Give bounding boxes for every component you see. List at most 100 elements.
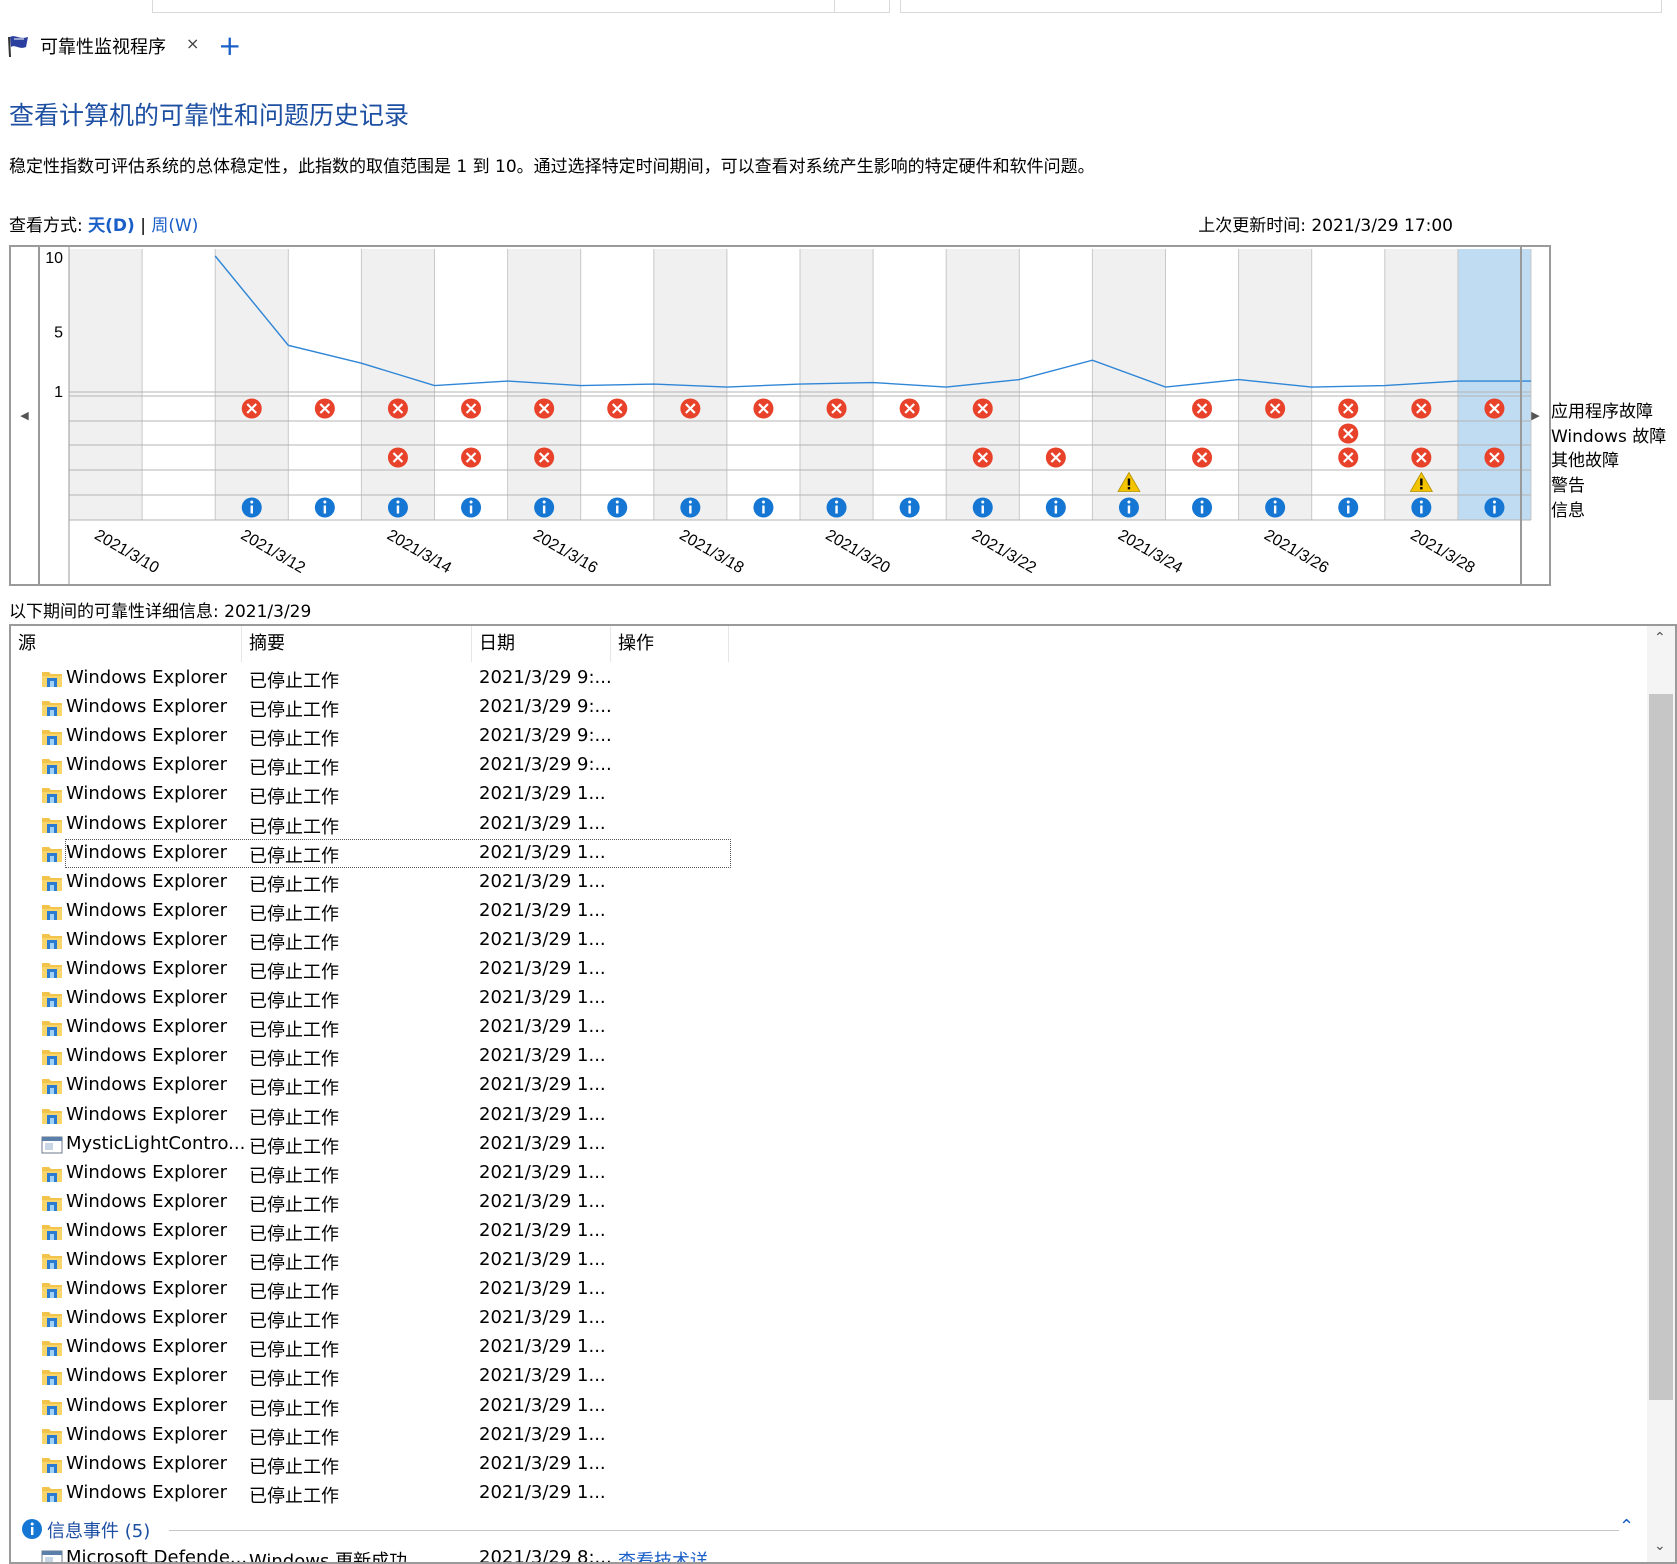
column-header-action[interactable]: 操作	[611, 626, 729, 662]
info-icon[interactable]	[314, 497, 335, 518]
scrollbar-thumb[interactable]	[1649, 694, 1673, 1400]
table-row[interactable]: Windows Explorer 已停止工作 2021/3/29 1...	[11, 984, 1641, 1013]
vertical-scrollbar[interactable]: ⌃ ⌄	[1647, 626, 1675, 1562]
table-row[interactable]: Windows Explorer 已停止工作 2021/3/29 1...	[11, 1042, 1641, 1071]
details-list[interactable]: 源 摘要 日期 操作 ^ Windows Explorer 已停止工作 2021/3…	[9, 624, 1677, 1564]
error-icon[interactable]	[607, 398, 628, 419]
info-icon[interactable]	[899, 497, 920, 518]
table-row[interactable]: Windows Explorer 已停止工作 2021/3/29 1...	[11, 1275, 1641, 1304]
error-icon[interactable]	[1484, 447, 1505, 468]
stability-chart[interactable]: ◀ 10 5 1 2021/3/10 2021/3/12 2021/3/14 2021/3/…	[9, 245, 1551, 586]
day-column-3/12[interactable]	[215, 249, 289, 520]
info-icon[interactable]	[1411, 497, 1432, 518]
table-row[interactable]: Windows Explorer 已停止工作 2021/3/29 1...	[11, 1101, 1641, 1130]
scroll-up-icon[interactable]: ⌃	[1654, 630, 1666, 646]
day-column-3/10[interactable]	[69, 249, 143, 520]
error-icon[interactable]	[753, 398, 774, 419]
error-icon[interactable]	[680, 398, 701, 419]
info-icon[interactable]	[1265, 497, 1286, 518]
error-icon[interactable]	[1338, 447, 1359, 468]
chart-canvas[interactable]: 10 5 1 2021/3/10 2021/3/12 2021/3/14 2021/3/16…	[11, 247, 1549, 584]
info-icon[interactable]	[1192, 497, 1213, 518]
table-row[interactable]: Windows Explorer 已停止工作 2021/3/29 1...	[11, 1421, 1641, 1450]
table-row[interactable]: Windows Explorer 已停止工作 2021/3/29 1...	[11, 1159, 1641, 1188]
column-header-source[interactable]: 源	[11, 626, 242, 662]
day-column-3/23[interactable]	[1019, 249, 1093, 520]
info-icon[interactable]	[607, 497, 628, 518]
table-row[interactable]: Windows Explorer 已停止工作 2021/3/29 1...	[11, 1392, 1641, 1421]
table-row[interactable]: Windows Explorer 已停止工作 2021/3/29 9:...	[11, 751, 1641, 780]
info-icon[interactable]	[1118, 497, 1139, 518]
tab-close-icon[interactable]: ×	[186, 34, 199, 53]
chart-scroll-right-button[interactable]: ▶	[1520, 247, 1549, 584]
day-column-3/14[interactable]	[361, 249, 435, 520]
table-row[interactable]: Windows Explorer 已停止工作 2021/3/29 1...	[11, 926, 1641, 955]
error-icon[interactable]	[972, 398, 993, 419]
error-icon[interactable]	[1045, 447, 1066, 468]
error-icon[interactable]	[534, 447, 555, 468]
table-row[interactable]: Windows Explorer 已停止工作 2021/3/29 1...	[11, 868, 1641, 897]
table-row[interactable]: Microsoft Defende... Windows 更新成功 2021/3/2…	[11, 1544, 1641, 1562]
table-row[interactable]: Windows Explorer 已停止工作 2021/3/29 1...	[11, 1450, 1641, 1479]
table-row[interactable]: Windows Explorer 已停止工作 2021/3/29 1...	[11, 955, 1641, 984]
info-events-group[interactable]: 信息事件 (5) ⌃	[21, 1514, 1634, 1544]
info-icon[interactable]	[1338, 497, 1359, 518]
table-row[interactable]: Windows Explorer 已停止工作 2021/3/29 1...	[11, 1362, 1641, 1391]
info-icon[interactable]	[1484, 497, 1505, 518]
info-icon[interactable]	[972, 497, 993, 518]
error-icon[interactable]	[461, 398, 482, 419]
error-icon[interactable]	[1484, 398, 1505, 419]
tab-reliability-monitor[interactable]: 可靠性监视程序 ×	[0, 26, 205, 66]
error-icon[interactable]	[387, 447, 408, 468]
error-icon[interactable]	[387, 398, 408, 419]
error-icon[interactable]	[241, 398, 262, 419]
table-row[interactable]: Windows Explorer 已停止工作 2021/3/29 1...	[11, 810, 1641, 839]
table-row[interactable]: Windows Explorer 已停止工作 2021/3/29 1...	[11, 1304, 1641, 1333]
column-header-summary[interactable]: 摘要	[242, 626, 472, 662]
error-icon[interactable]	[461, 447, 482, 468]
error-icon[interactable]	[899, 398, 920, 419]
info-icon[interactable]	[241, 497, 262, 518]
error-icon[interactable]	[314, 398, 335, 419]
day-column-3/13[interactable]	[288, 249, 362, 520]
info-icon[interactable]	[461, 497, 482, 518]
error-icon[interactable]	[1411, 398, 1432, 419]
error-icon[interactable]	[1192, 447, 1213, 468]
table-row[interactable]: Windows Explorer 已停止工作 2021/3/29 9:...	[11, 664, 1641, 693]
table-row[interactable]: Windows Explorer 已停止工作 2021/3/29 1...	[11, 838, 1641, 868]
day-column-3/26[interactable]	[1238, 249, 1312, 520]
day-column-3/22[interactable]	[946, 249, 1020, 520]
table-row[interactable]: Windows Explorer 已停止工作 2021/3/29 1...	[11, 897, 1641, 926]
error-icon[interactable]	[1411, 447, 1432, 468]
info-icon[interactable]	[534, 497, 555, 518]
error-icon[interactable]	[1338, 423, 1359, 444]
table-row[interactable]: MysticLightContro... 已停止工作 2021/3/29 1...	[11, 1130, 1641, 1159]
error-icon[interactable]	[972, 447, 993, 468]
new-tab-button[interactable]: +	[218, 26, 241, 66]
info-icon[interactable]	[680, 497, 701, 518]
table-row[interactable]: Windows Explorer 已停止工作 2021/3/29 1...	[11, 1188, 1641, 1217]
table-row[interactable]: Windows Explorer 已停止工作 2021/3/29 1...	[11, 1217, 1641, 1246]
table-row[interactable]: Windows Explorer 已停止工作 2021/3/29 1...	[11, 1071, 1641, 1100]
row-action-link[interactable]: 查看技术详...	[618, 1547, 725, 1562]
table-row[interactable]: Windows Explorer 已停止工作 2021/3/29 9:...	[11, 693, 1641, 722]
error-icon[interactable]	[1265, 398, 1286, 419]
info-icon[interactable]	[1045, 497, 1066, 518]
error-icon[interactable]	[1338, 398, 1359, 419]
scroll-down-icon[interactable]: ⌄	[1654, 1538, 1666, 1554]
error-icon[interactable]	[534, 398, 555, 419]
error-icon[interactable]	[826, 398, 847, 419]
view-week-link[interactable]: 周(W)	[151, 216, 198, 236]
table-row[interactable]: Windows Explorer 已停止工作 2021/3/29 9:...	[11, 722, 1641, 751]
day-column-3/11[interactable]	[142, 249, 216, 520]
day-column-3/25[interactable]	[1165, 249, 1239, 520]
info-icon[interactable]	[826, 497, 847, 518]
info-icon[interactable]	[387, 497, 408, 518]
table-row[interactable]: Windows Explorer 已停止工作 2021/3/29 1...	[11, 780, 1641, 809]
table-row[interactable]: Windows Explorer 已停止工作 2021/3/29 1...	[11, 1013, 1641, 1042]
table-row[interactable]: Windows Explorer 已停止工作 2021/3/29 1...	[11, 1246, 1641, 1275]
info-icon[interactable]	[753, 497, 774, 518]
table-row[interactable]: Windows Explorer 已停止工作 2021/3/29 1...	[11, 1479, 1641, 1508]
table-row[interactable]: Windows Explorer 已停止工作 2021/3/29 1...	[11, 1333, 1641, 1362]
view-day-link[interactable]: 天(D)	[88, 216, 135, 236]
